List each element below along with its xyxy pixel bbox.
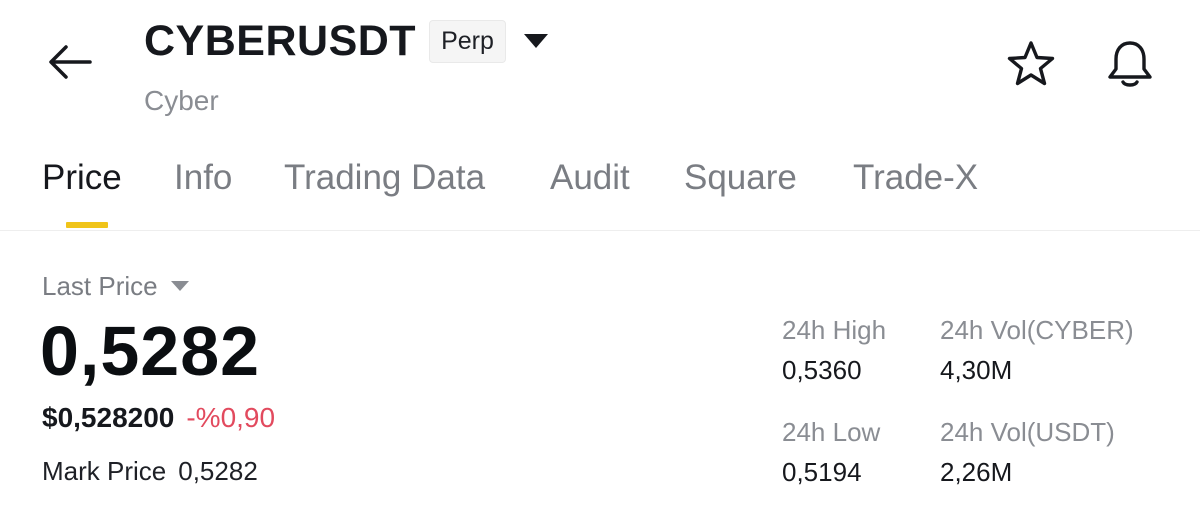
arrow-left-icon (49, 45, 92, 79)
mark-price-label: Mark Price (42, 456, 167, 486)
price-change-percent: -%0,90 (186, 402, 276, 433)
back-button[interactable] (44, 40, 96, 84)
active-tab-indicator (66, 222, 108, 228)
high-24h-value: 0,5360 (782, 355, 862, 385)
fiat-price: $0,528200 (42, 402, 175, 433)
asset-name: Cyber (144, 85, 219, 116)
volume-quote-24h-value: 2,26M (940, 457, 1013, 487)
last-price-label: Last Price (42, 271, 158, 301)
last-price-selector[interactable]: Last Price (42, 270, 190, 302)
tab-square[interactable]: Square (684, 158, 797, 198)
market-detail-screen: CYBERUSDT Perp Cyber Price Info Trading … (0, 0, 1200, 518)
favorite-button[interactable] (1006, 40, 1056, 88)
volume-base-24h-label: 24h Vol(CYBER) (940, 315, 1134, 345)
low-24h-label: 24h Low (782, 417, 881, 447)
caret-down-icon[interactable] (523, 31, 549, 51)
tab-trading-data[interactable]: Trading Data (284, 158, 485, 198)
high-24h-label: 24h High (782, 315, 887, 345)
caret-down-icon (170, 281, 189, 291)
star-icon (1007, 41, 1055, 86)
volume-base-24h-value: 4,30M (940, 355, 1013, 385)
tab-bar: Price Info Trading Data Audit Square Tra… (0, 150, 1200, 231)
mark-price-row: Mark Price 0,5282 (42, 454, 258, 488)
bell-icon (1108, 41, 1152, 87)
tab-price[interactable]: Price (42, 158, 122, 198)
low-24h-value: 0,5194 (782, 457, 862, 487)
last-price-value: 0,5282 (40, 312, 261, 390)
volume-quote-24h-label: 24h Vol(USDT) (940, 417, 1115, 447)
contract-type-badge: Perp (429, 19, 506, 63)
mark-price-value: 0,5282 (178, 456, 258, 486)
symbol-title: CYBERUSDT (144, 17, 417, 65)
fiat-price-row: $0,528200 -%0,90 (42, 400, 275, 436)
price-alert-button[interactable] (1104, 38, 1156, 90)
symbol-selector[interactable]: CYBERUSDT Perp (144, 16, 549, 66)
tab-audit[interactable]: Audit (550, 158, 630, 198)
tab-trade-x[interactable]: Trade-X (853, 158, 978, 198)
tab-info[interactable]: Info (174, 158, 232, 198)
